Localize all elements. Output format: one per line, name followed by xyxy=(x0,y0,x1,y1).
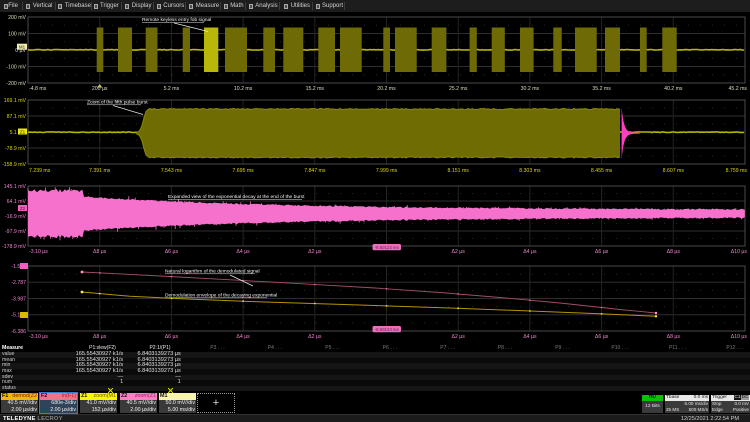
svg-text:-3.10 µs: -3.10 µs xyxy=(29,334,48,340)
svg-text:Z2: Z2 xyxy=(20,206,26,211)
svg-text:45.2 ms: 45.2 ms xyxy=(729,86,748,92)
svg-text:Δ10 µs: Δ10 µs xyxy=(731,249,748,255)
svg-text:8.759 ms: 8.759 ms xyxy=(726,168,748,174)
svg-text:-178.9 mV: -178.9 mV xyxy=(2,244,26,250)
svg-text:Z1: Z1 xyxy=(20,129,26,134)
svg-text:Δ4 µs: Δ4 µs xyxy=(523,334,537,340)
svg-text:-3.10 µs: -3.10 µs xyxy=(29,249,48,255)
svg-text:Δ6 µs: Δ6 µs xyxy=(165,249,179,255)
svg-text:Δ4 µs: Δ4 µs xyxy=(523,249,537,255)
svg-text:Δ8 µs: Δ8 µs xyxy=(667,249,681,255)
svg-text:-97.9 mV: -97.9 mV xyxy=(5,229,27,235)
svg-text:25.2 ms: 25.2 ms xyxy=(449,86,468,92)
svg-text:-8.60123 ms: -8.60123 ms xyxy=(375,327,399,332)
svg-text:200 mV: 200 mV xyxy=(8,15,26,21)
svg-text:87.1 mV: 87.1 mV xyxy=(7,114,27,120)
svg-text:-4.8 ms: -4.8 ms xyxy=(29,86,47,92)
svg-text:Δ4 µs: Δ4 µs xyxy=(236,249,250,255)
svg-text:Δ8 µs: Δ8 µs xyxy=(93,334,107,340)
svg-text:-78.9 mV: -78.9 mV xyxy=(5,146,27,152)
svg-text:5.2 ms: 5.2 ms xyxy=(164,86,180,92)
svg-text:Δ2 µs: Δ2 µs xyxy=(308,334,322,340)
svg-text:-8.60123 ms: -8.60123 ms xyxy=(375,245,399,250)
svg-text:Δ6 µs: Δ6 µs xyxy=(595,249,609,255)
svg-text:7.391 ms: 7.391 ms xyxy=(89,168,111,174)
svg-text:Δ4 µs: Δ4 µs xyxy=(236,334,250,340)
svg-text:8.151 ms: 8.151 ms xyxy=(448,168,470,174)
svg-text:Δ2 µs: Δ2 µs xyxy=(308,249,322,255)
svg-text:M1: M1 xyxy=(19,45,26,50)
svg-text:169.1 mV: 169.1 mV xyxy=(4,98,27,104)
svg-text:Δ6 µs: Δ6 µs xyxy=(165,334,179,340)
svg-text:Δ2 µs: Δ2 µs xyxy=(452,334,466,340)
svg-text:10.2 ms: 10.2 ms xyxy=(234,86,253,92)
svg-text:-3.987: -3.987 xyxy=(11,296,26,302)
svg-text:7.847 ms: 7.847 ms xyxy=(304,168,326,174)
svg-text:-6.386: -6.386 xyxy=(11,329,26,335)
svg-text:8.607 ms: 8.607 ms xyxy=(663,168,685,174)
svg-text:-16.9 mV: -16.9 mV xyxy=(5,214,27,220)
svg-text:7.239 ms: 7.239 ms xyxy=(29,168,51,174)
svg-text:-100 mV: -100 mV xyxy=(6,64,26,70)
svg-text:145.1 mV: 145.1 mV xyxy=(4,184,27,190)
svg-text:Δ10 µs: Δ10 µs xyxy=(731,334,748,340)
svg-text:20.2 ms: 20.2 ms xyxy=(377,86,396,92)
svg-text:Δ2 µs: Δ2 µs xyxy=(452,249,466,255)
svg-text:-200 mV: -200 mV xyxy=(6,81,26,87)
svg-text:-2.787: -2.787 xyxy=(11,280,26,286)
svg-text:100 mV: 100 mV xyxy=(8,31,26,37)
svg-text:Δ8 µs: Δ8 µs xyxy=(93,249,107,255)
svg-text:7.695 ms: 7.695 ms xyxy=(232,168,254,174)
svg-text:8.303 ms: 8.303 ms xyxy=(519,168,541,174)
svg-text:40.2 ms: 40.2 ms xyxy=(664,86,683,92)
svg-text:7.999 ms: 7.999 ms xyxy=(376,168,398,174)
svg-text:8.455 ms: 8.455 ms xyxy=(591,168,613,174)
svg-text:35.2 ms: 35.2 ms xyxy=(592,86,611,92)
svg-text:-158.9 mV: -158.9 mV xyxy=(2,162,26,168)
svg-text:15.2 ms: 15.2 ms xyxy=(306,86,325,92)
svg-text:64.1 mV: 64.1 mV xyxy=(7,199,27,205)
svg-text:30.2 ms: 30.2 ms xyxy=(521,86,540,92)
svg-text:Δ8 µs: Δ8 µs xyxy=(667,334,681,340)
svg-text:7.543 ms: 7.543 ms xyxy=(161,168,183,174)
svg-text:Δ6 µs: Δ6 µs xyxy=(595,334,609,340)
